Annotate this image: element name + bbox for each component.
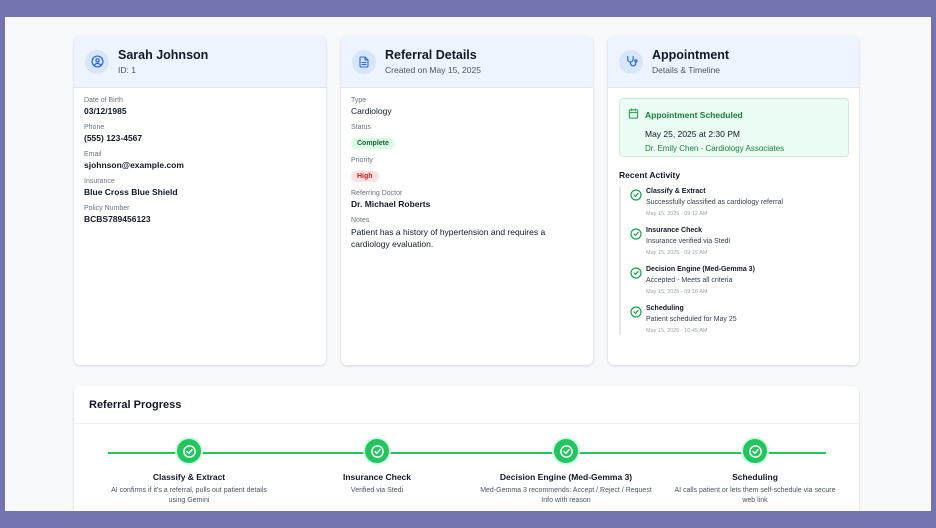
check-circle-icon [554, 439, 578, 463]
referral-details: Type Cardiology Status Complete Priority… [341, 88, 593, 264]
progress-step-decision: Decision Engine (Med-Gemma 3) Med-Gemma … [471, 439, 661, 506]
patient-details: Date of Birth 03/12/1985 Phone (555) 123… [74, 88, 326, 239]
referral-created: Created on May 15, 2025 [385, 65, 481, 75]
activity-name: Classify & Extract [646, 188, 706, 195]
activity-time: May 15, 2025 - 09:18 AM [646, 289, 708, 295]
activity-desc: Insurance verified via Stedi [646, 238, 731, 245]
field-value: (555) 123-4567 [84, 133, 143, 143]
activity-item: Insurance Check Insurance verified via S… [630, 226, 859, 257]
stethoscope-icon [619, 49, 643, 74]
step-desc: AI confirms if it's a referral, pulls ou… [111, 487, 267, 504]
referral-progress-card: Referral Progress Classify & Extract AI … [74, 386, 859, 511]
email-field: Email sjohnson@example.com [84, 150, 316, 171]
field-value: Blue Cross Blue Shield [84, 187, 178, 197]
patient-id: ID: 1 [118, 65, 136, 75]
step-desc: AI calls patient or lets them self-sched… [674, 487, 836, 504]
check-circle-icon [177, 439, 201, 463]
activity-item: Decision Engine (Med-Gemma 3) Accepted -… [630, 265, 859, 296]
appointment-card: Appointment Details & Timeline Appointme… [608, 36, 859, 365]
field-label: Status [351, 124, 371, 131]
activity-name: Scheduling [646, 305, 684, 312]
progress-step-scheduling: Scheduling AI calls patient or lets them… [660, 439, 850, 506]
field-label: Priority [351, 157, 373, 164]
patient-card: Sarah Johnson ID: 1 Date of Birth 03/12/… [74, 36, 326, 365]
step-name: Decision Engine (Med-Gemma 3) [499, 472, 633, 482]
field-label: Policy Number [84, 205, 130, 212]
patient-card-header: Sarah Johnson ID: 1 [74, 36, 326, 88]
policy-field: Policy Number BCBS789456123 [84, 204, 316, 225]
step-name: Insurance Check [342, 472, 412, 482]
referral-card: Referral Details Created on May 15, 2025… [341, 36, 593, 365]
user-circle-icon [85, 49, 109, 74]
step-desc: Med-Gemma 3 recommends: Accept / Reject … [480, 487, 652, 504]
appointment-subtitle: Details & Timeline [652, 65, 721, 75]
appointment-doctor: Dr. Emily Chen - Cardiology Associates [645, 144, 785, 153]
referral-card-header: Referral Details Created on May 15, 2025 [341, 36, 593, 88]
check-circle-icon [630, 266, 642, 296]
recent-activity-title: Recent Activity [619, 170, 681, 180]
appointment-card-header: Appointment Details & Timeline [608, 36, 859, 88]
priority-badge: High [351, 171, 379, 182]
field-value: 03/12/1985 [84, 106, 127, 116]
check-circle-icon [365, 439, 389, 463]
activity-name: Insurance Check [646, 227, 703, 234]
field-label: Phone [84, 124, 105, 131]
field-value: BCBS789456123 [84, 214, 151, 224]
activity-desc: Patient scheduled for May 25 [646, 316, 737, 323]
insurance-field: Insurance Blue Cross Blue Shield [84, 177, 316, 198]
activity-item: Scheduling Patient scheduled for May 25 … [630, 304, 859, 335]
activity-desc: Successfully classified as cardiology re… [646, 199, 783, 206]
field-label: Notes [351, 217, 370, 224]
activity-time: May 15, 2025 - 09:15 AM [646, 250, 708, 256]
field-value: Dr. Michael Roberts [351, 199, 431, 209]
notes-text: Patient has a history of hypertension an… [351, 227, 546, 249]
check-circle-icon [630, 188, 642, 218]
progress-step-insurance: Insurance Check Verified via Stedi [282, 439, 472, 496]
activity-timeline: Classify & Extract Successfully classifi… [619, 187, 859, 335]
progress-step-classify: Classify & Extract AI confirms if it's a… [94, 439, 284, 506]
activity-name: Decision Engine (Med-Gemma 3) [646, 266, 755, 273]
step-desc: Verified via Stedi [350, 487, 404, 494]
check-circle-icon [630, 305, 642, 335]
doctor-field: Referring Doctor Dr. Michael Roberts [351, 189, 583, 210]
notes-field: Notes Patient has a history of hypertens… [351, 216, 583, 250]
phone-field: Phone (555) 123-4567 [84, 123, 316, 144]
referral-title: Referral Details [385, 48, 477, 62]
check-circle-icon [630, 227, 642, 257]
appointment-title: Appointment [652, 48, 730, 62]
appointment-datetime: May 25, 2025 at 2:30 PM [645, 129, 740, 139]
activity-item: Classify & Extract Successfully classifi… [630, 187, 859, 218]
activity-desc: Accepted - Meets all criteria [646, 277, 733, 284]
field-label: Type [351, 97, 367, 104]
appointment-scheduled-box: Appointment Scheduled May 25, 2025 at 2:… [619, 98, 849, 157]
document-icon [352, 49, 376, 74]
field-label: Email [84, 151, 102, 158]
step-name: Classify & Extract [152, 472, 226, 482]
field-label: Insurance [84, 178, 115, 185]
check-circle-icon [743, 439, 767, 463]
field-label: Referring Doctor [351, 190, 403, 197]
type-field: Type Cardiology [351, 96, 583, 117]
field-value: Cardiology [351, 106, 392, 116]
field-label: Date of Birth [84, 97, 123, 104]
activity-time: May 15, 2025 - 09:12 AM [646, 211, 708, 217]
progress-title: Referral Progress [74, 386, 859, 424]
priority-field: Priority High [351, 156, 583, 183]
status-badge: Complete [351, 138, 395, 149]
app-frame: Sarah Johnson ID: 1 Date of Birth 03/12/… [5, 17, 931, 511]
appointment-scheduled-label: Appointment Scheduled [645, 110, 743, 120]
status-field: Status Complete [351, 123, 583, 150]
activity-time: May 15, 2025 - 10:45 AM [646, 328, 708, 334]
patient-name: Sarah Johnson [118, 48, 209, 62]
step-name: Scheduling [732, 472, 778, 482]
dob-field: Date of Birth 03/12/1985 [84, 96, 316, 117]
field-value: sjohnson@example.com [84, 160, 184, 170]
calendar-icon [628, 106, 639, 124]
